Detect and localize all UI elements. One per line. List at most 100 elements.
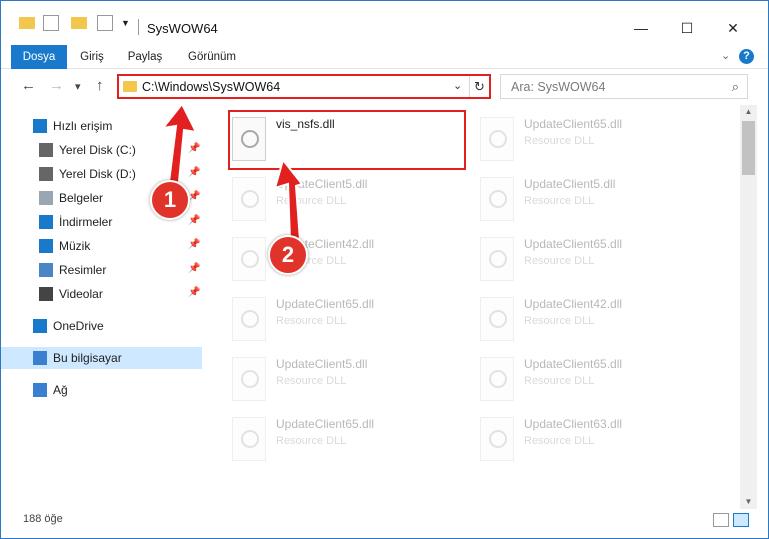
- file-name: UpdateClient65.dll: [524, 357, 623, 371]
- close-button[interactable]: ✕: [713, 13, 753, 43]
- sidebar-item-label: Ağ: [53, 383, 68, 397]
- file-item[interactable]: UpdateClient65.dll Resource DLL: [478, 229, 718, 287]
- minimize-button[interactable]: —: [621, 13, 661, 43]
- file-item[interactable]: UpdateClient65.dll Resource DLL: [230, 409, 470, 467]
- onedrive-icon: [33, 319, 47, 333]
- vertical-scrollbar[interactable]: ▲ ▼: [740, 105, 757, 509]
- tab-view[interactable]: Görünüm: [181, 45, 243, 69]
- details-view-icon[interactable]: [713, 513, 729, 527]
- dll-file-icon: [232, 417, 266, 461]
- dll-file-icon: [480, 177, 514, 221]
- refresh-button[interactable]: ↻: [469, 76, 489, 97]
- file-type: Resource DLL: [524, 255, 595, 267]
- dll-file-icon: [232, 357, 266, 401]
- file-name: UpdateClient65.dll: [276, 297, 375, 311]
- ribbon-tabs: Dosya Giriş Paylaş Görünüm ⌄ ?: [1, 45, 768, 103]
- address-bar[interactable]: C:\Windows\SysWOW64 ⌄ ↻: [117, 74, 491, 99]
- file-name: UpdateClient5.dll: [276, 357, 368, 371]
- sidebar-item[interactable]: Yerel Disk (C:) 📌: [1, 139, 202, 161]
- pin-icon[interactable]: 📌: [188, 215, 200, 226]
- file-item[interactable]: vis_nsfs.dll: [230, 109, 470, 167]
- sidebar-item-label: Hızlı erişim: [53, 119, 113, 133]
- dll-file-icon: [480, 117, 514, 161]
- pin-icon[interactable]: 📌: [188, 143, 200, 154]
- title-bar: ▼ SysWOW64 — ☐ ✕: [1, 1, 768, 45]
- large-icons-view-icon[interactable]: [733, 513, 749, 527]
- sidebar-item[interactable]: OneDrive: [1, 315, 202, 337]
- file-item[interactable]: UpdateClient42.dll Resource DLL: [230, 229, 470, 287]
- chevron-down-icon[interactable]: ▼: [121, 18, 137, 34]
- search-input[interactable]: Ara: SysWOW64: [511, 80, 605, 94]
- file-type: Resource DLL: [276, 195, 347, 207]
- tab-share[interactable]: Paylaş: [123, 45, 167, 69]
- file-item[interactable]: UpdateClient65.dll Resource DLL: [478, 109, 718, 167]
- documents-icon: [39, 191, 53, 205]
- address-path[interactable]: C:\Windows\SysWOW64: [142, 80, 280, 94]
- step-2-badge: 2: [268, 235, 308, 275]
- pictures-icon: [39, 263, 53, 277]
- sidebar-item[interactable]: Videolar 📌: [1, 283, 202, 305]
- scroll-up-arrow[interactable]: ▲: [740, 105, 757, 119]
- search-box[interactable]: Ara: SysWOW64 ⌕: [500, 74, 748, 99]
- sidebar-item[interactable]: Ağ: [1, 379, 202, 401]
- pin-icon[interactable]: 📌: [188, 263, 200, 274]
- file-item[interactable]: UpdateClient5.dll Resource DLL: [230, 169, 470, 227]
- pin-icon[interactable]: 📌: [188, 239, 200, 250]
- file-item[interactable]: UpdateClient65.dll Resource DLL: [230, 289, 470, 347]
- dll-file-icon: [480, 237, 514, 281]
- sidebar-item[interactable]: Müzik 📌: [1, 235, 202, 257]
- scroll-down-arrow[interactable]: ▼: [740, 495, 757, 509]
- computer-icon: [33, 351, 47, 365]
- new-folder-icon[interactable]: [71, 17, 87, 29]
- disk-icon: [39, 143, 53, 157]
- dll-file-icon: [232, 297, 266, 341]
- file-name: UpdateClient65.dll: [524, 117, 623, 131]
- file-type: Resource DLL: [524, 135, 595, 147]
- sidebar-item[interactable]: Bu bilgisayar: [1, 347, 202, 369]
- forward-button[interactable]: →: [49, 77, 64, 94]
- chevron-down-icon[interactable]: ⌄: [453, 79, 462, 92]
- file-item[interactable]: UpdateClient5.dll Resource DLL: [478, 169, 718, 227]
- file-type: Resource DLL: [524, 195, 595, 207]
- customize-quick-access-icon[interactable]: [97, 15, 113, 31]
- sidebar-item-label: OneDrive: [53, 319, 104, 333]
- sidebar-item-label: Yerel Disk (D:): [59, 167, 136, 181]
- sidebar-item[interactable]: Resimler 📌: [1, 259, 202, 281]
- file-name: vis_nsfs.dll: [276, 117, 335, 131]
- help-icon[interactable]: ?: [739, 49, 754, 64]
- file-name: UpdateClient65.dll: [276, 417, 375, 431]
- step-1-badge: 1: [150, 180, 190, 220]
- recent-locations-button[interactable]: ▾: [75, 80, 81, 93]
- file-name: UpdateClient42.dll: [524, 297, 623, 311]
- sidebar-item-label: İndirmeler: [59, 215, 113, 229]
- file-type: Resource DLL: [276, 435, 347, 447]
- star-icon: [33, 119, 47, 133]
- sidebar-item-label: Yerel Disk (C:): [59, 143, 136, 157]
- sidebar-item-label: Bu bilgisayar: [53, 351, 122, 365]
- sidebar-item-label: Videolar: [59, 287, 103, 301]
- file-item[interactable]: UpdateClient65.dll Resource DLL: [478, 349, 718, 407]
- navigation-pane: Hızlı erişim Yerel Disk (C:) 📌 Yerel Disk (…: [1, 105, 206, 509]
- tab-home[interactable]: Giriş: [73, 45, 111, 69]
- status-bar: 188 öğe: [1, 509, 768, 538]
- sidebar-item[interactable]: Hızlı erişim: [1, 115, 202, 137]
- maximize-button[interactable]: ☐: [667, 13, 707, 43]
- file-type: Resource DLL: [524, 435, 595, 447]
- file-item[interactable]: UpdateClient63.dll Resource DLL: [478, 409, 718, 467]
- file-type: Resource DLL: [276, 315, 347, 327]
- file-item[interactable]: UpdateClient5.dll Resource DLL: [230, 349, 470, 407]
- properties-icon[interactable]: [43, 15, 59, 31]
- file-name: UpdateClient5.dll: [524, 177, 616, 191]
- explorer-window: ▼ SysWOW64 — ☐ ✕ Dosya Giriş Paylaş Görü…: [0, 0, 769, 539]
- search-icon[interactable]: ⌕: [732, 79, 739, 95]
- pin-icon[interactable]: 📌: [188, 167, 200, 178]
- downloads-icon: [39, 215, 53, 229]
- chevron-down-icon[interactable]: ⌄: [721, 49, 730, 62]
- pin-icon[interactable]: 📌: [188, 287, 200, 298]
- scroll-thumb[interactable]: [742, 121, 755, 175]
- folder-icon[interactable]: [19, 17, 35, 29]
- file-item[interactable]: UpdateClient42.dll Resource DLL: [478, 289, 718, 347]
- up-button[interactable]: ↑: [96, 77, 104, 94]
- sidebar-item-label: Resimler: [59, 263, 107, 277]
- back-button[interactable]: ←: [21, 77, 36, 94]
